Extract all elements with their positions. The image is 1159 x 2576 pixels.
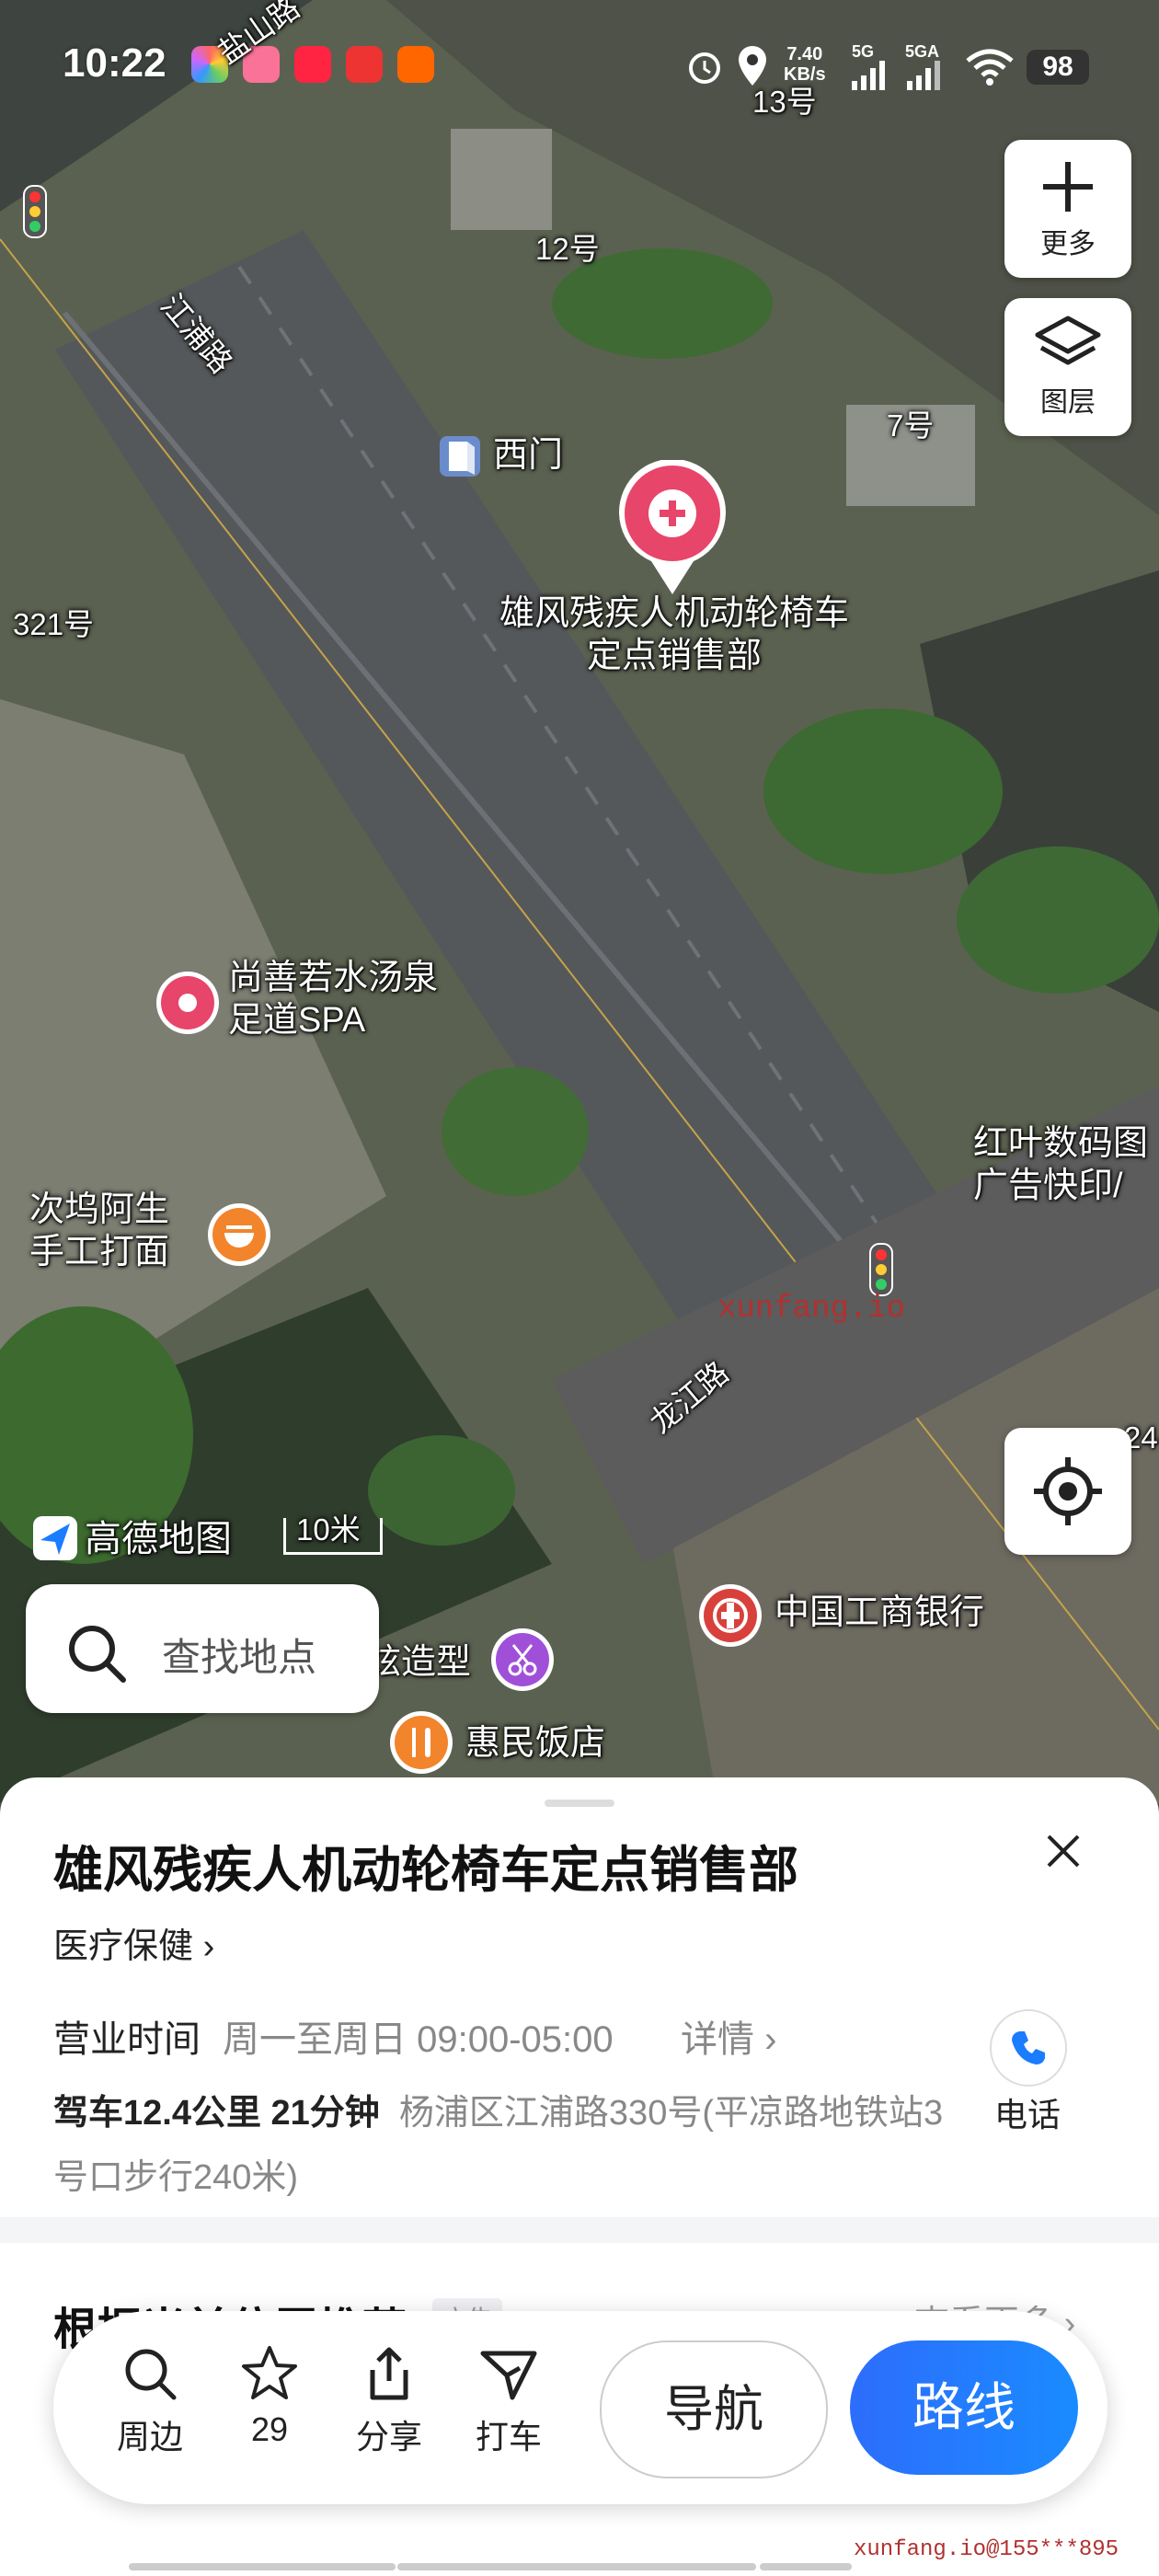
crosshair-icon — [1034, 1457, 1102, 1525]
gate-icon — [440, 436, 480, 477]
bank-poi-label[interactable]: 中国工商银行 — [775, 1592, 984, 1634]
restaurant-poi-label[interactable]: 惠民饭店 — [465, 1722, 605, 1765]
layers-icon — [1035, 316, 1101, 365]
hours-details-link[interactable]: 详情 › — [681, 2009, 776, 2063]
taxi-icon — [480, 2351, 537, 2400]
building-label-321: 321号 — [13, 607, 95, 641]
app-xiaohongshu-icon — [294, 46, 331, 83]
traffic-light-icon — [23, 185, 47, 238]
share-icon — [370, 2347, 408, 2400]
restaurant-icon[interactable] — [206, 1202, 272, 1268]
search-placeholder: 查找地点 — [162, 1636, 317, 1679]
print-shop-poi-label[interactable]: 红叶数码图 广告快印/ — [973, 1122, 1148, 1207]
selected-place-pin[interactable] — [614, 460, 730, 598]
nearby-button[interactable]: 周边 — [99, 2311, 201, 2458]
west-gate-label[interactable]: 西门 — [493, 434, 563, 477]
drive-info: 驾车12.4公里 21分钟 杨浦区江浦路330号(平凉路地铁站3号口步行240米… — [53, 2081, 955, 2210]
phone-icon — [1012, 2031, 1045, 2064]
signal-icon-2 — [907, 61, 940, 90]
taxi-button[interactable]: 打车 — [458, 2311, 559, 2458]
salon-icon[interactable] — [489, 1627, 556, 1693]
home-indicator — [129, 2563, 396, 2570]
more-button[interactable]: 更多 — [1004, 140, 1131, 278]
navigate-button[interactable]: 导航 — [600, 2340, 828, 2478]
taxi-label: 打车 — [475, 2418, 542, 2455]
locate-me-button[interactable] — [1004, 1428, 1131, 1555]
layers-label: 图层 — [1040, 387, 1096, 418]
drive-distance-time: 驾车12.4公里 21分钟 — [53, 2094, 380, 2133]
bottom-action-bar: 周边 29 分享 打车 导航 路线 — [53, 2311, 1107, 2504]
wifi-icon — [966, 49, 1014, 86]
phone-label: 电话 — [993, 2096, 1061, 2133]
section-divider — [0, 2217, 1159, 2243]
more-label: 更多 — [1040, 229, 1096, 259]
share-button[interactable]: 分享 — [339, 2311, 440, 2458]
traffic-light-icon-2 — [869, 1243, 893, 1296]
map-watermark: xunfang.io — [717, 1292, 906, 1327]
home-indicator-3 — [760, 2563, 852, 2570]
selected-place-map-label[interactable]: 雄风残疾人机动轮椅车 定点销售部 — [467, 592, 881, 677]
share-label: 分享 — [355, 2418, 422, 2455]
app-taobao-icon — [346, 46, 383, 83]
spa-poi-label[interactable]: 尚善若水汤泉 足道SPA — [228, 957, 438, 1041]
layers-button[interactable]: 图层 — [1004, 298, 1131, 436]
phone-button[interactable] — [990, 2009, 1067, 2087]
favorite-button[interactable]: 29 — [219, 2311, 320, 2449]
noodles-poi-label[interactable]: 次坞阿生 手工打面 — [29, 1189, 169, 1273]
close-icon[interactable] — [1045, 1833, 1082, 1869]
star-icon — [242, 2346, 297, 2399]
footer-watermark: xunfang.io@155***895 — [854, 2537, 1119, 2562]
scale-label: 10米 — [296, 1512, 361, 1547]
search-input[interactable]: 查找地点 — [26, 1584, 379, 1713]
salon-poi-label[interactable]: 炫造型 — [366, 1641, 471, 1684]
search-icon — [69, 1626, 126, 1683]
restaurant-icon-2[interactable] — [388, 1709, 454, 1776]
network-speed: 7.40 KB/s — [784, 44, 826, 85]
route-button[interactable]: 路线 — [850, 2340, 1078, 2475]
bank-icon[interactable] — [697, 1582, 763, 1649]
satellite-map[interactable]: 10:22 7.40 KB/s 5G 5GA 98 盐山路 13号 12号 江浦路… — [0, 0, 1159, 1803]
place-title: 雄风残疾人机动轮椅车定点销售部 — [53, 1843, 798, 1898]
favorite-count: 29 — [250, 2410, 289, 2448]
drag-handle[interactable] — [545, 1800, 614, 1807]
building-label-7: 7号 — [887, 408, 935, 443]
app-meituan-icon — [397, 46, 434, 83]
home-indicator-2 — [397, 2563, 756, 2570]
building-label-13: 13号 — [752, 85, 817, 119]
amap-logo-icon — [33, 1516, 77, 1560]
spa-poi-icon[interactable] — [155, 970, 221, 1036]
place-category[interactable]: 医疗保健 › — [53, 1917, 214, 1968]
hours-label: 营业时间 — [53, 2019, 201, 2060]
plus-icon — [1043, 162, 1093, 212]
search-icon — [125, 2349, 177, 2400]
status-time: 10:22 — [63, 40, 166, 86]
amap-logo-text: 高德地图 — [85, 1519, 232, 1559]
alarm-icon — [689, 52, 720, 84]
battery-indicator: 98 — [1027, 50, 1089, 85]
signal-icon — [852, 61, 885, 90]
hours-value: 周一至周日 09:00-05:00 — [223, 2019, 614, 2060]
nearby-label: 周边 — [116, 2418, 183, 2455]
building-label-12: 12号 — [535, 232, 600, 266]
status-bar: 10:22 7.40 KB/s 5G 5GA 98 — [0, 37, 1159, 101]
